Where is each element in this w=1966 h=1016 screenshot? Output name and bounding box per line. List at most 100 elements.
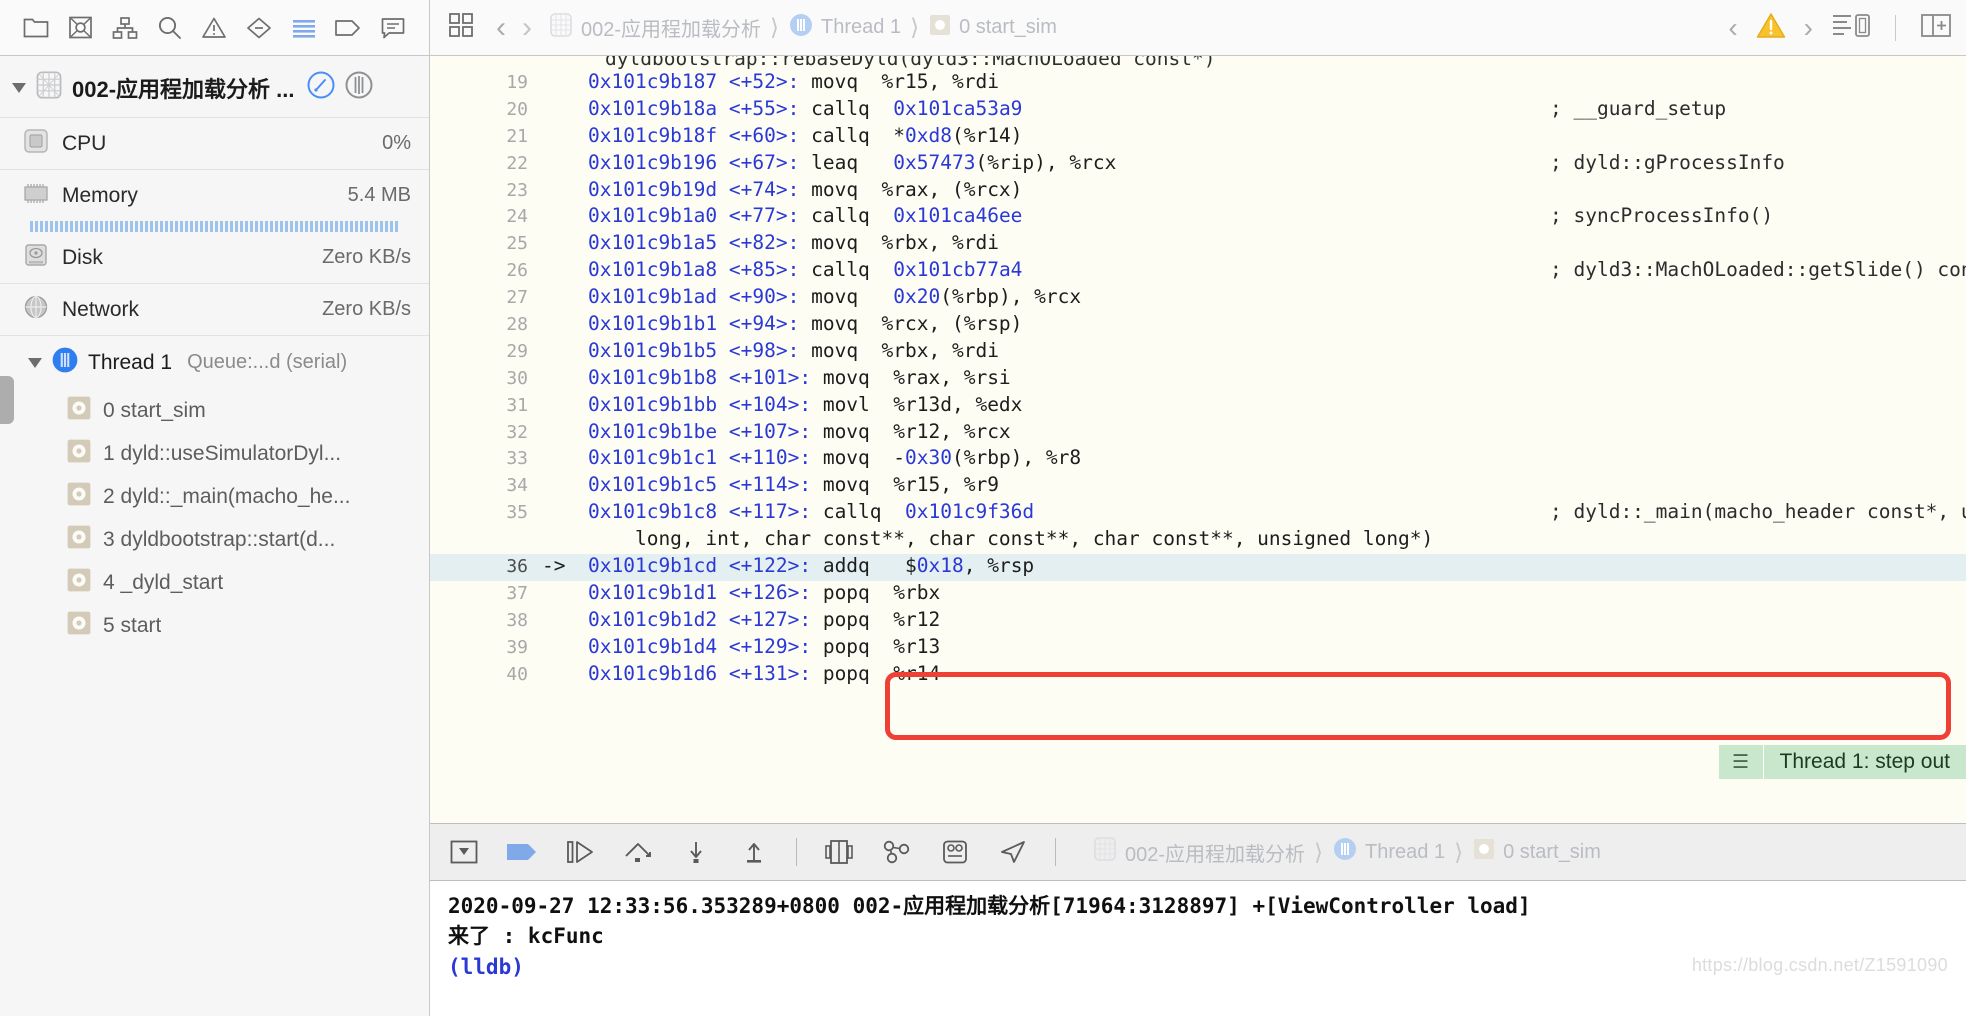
- cpu-icon: [22, 127, 50, 160]
- report-navigator-icon[interactable]: [378, 13, 408, 43]
- table-row[interactable]: 27 0x101c9b1ad <+90>: movq 0x20(%rbp), %r…: [430, 285, 1966, 312]
- project-navigator-icon[interactable]: [21, 13, 51, 43]
- instruction-operand-address: 0x101c9f36d: [905, 500, 1035, 524]
- line-number: 27: [506, 287, 528, 309]
- debug-breadcrumb-item-frame[interactable]: 0 start_sim: [1472, 837, 1601, 867]
- list-item-label: 3 dyldbootstrap::start(d...: [103, 527, 336, 551]
- gauge-row-disk[interactable]: Disk Zero KB/s: [0, 232, 429, 283]
- thread-icon: [788, 12, 814, 44]
- sidebar-resize-handle[interactable]: [0, 376, 14, 424]
- warning-badge-icon[interactable]: [1756, 12, 1786, 44]
- table-row[interactable]: 30 0x101c9b1b8 <+101>: movq %rax, %rsi: [430, 366, 1966, 393]
- list-item[interactable]: 1 dyld::useSimulatorDyl...: [0, 432, 429, 475]
- table-row[interactable]: 39 0x101c9b1d4 <+129>: popq %r13: [430, 635, 1966, 662]
- debug-memory-graph-icon[interactable]: [881, 836, 913, 868]
- frame-icon: [66, 481, 92, 512]
- table-row[interactable]: 25 0x101c9b1a5 <+82>: movq %rbx, %rdi: [430, 231, 1966, 258]
- list-item[interactable]: 5 start: [0, 604, 429, 647]
- debug-breadcrumb-item-thread[interactable]: Thread 1: [1332, 836, 1445, 868]
- table-row[interactable]: 19 0x101c9b187 <+52>: movq %r15, %rdi: [430, 70, 1966, 97]
- table-row[interactable]: 29 0x101c9b1b5 <+98>: movq %rbx, %rdi: [430, 339, 1966, 366]
- list-item[interactable]: 2 dyld::_main(macho_he...: [0, 475, 429, 518]
- deactivate-breakpoints-icon[interactable]: [506, 836, 538, 868]
- issue-navigator-icon[interactable]: [199, 13, 229, 43]
- table-row[interactable]: 38 0x101c9b1d2 <+127>: popq %r12: [430, 608, 1966, 635]
- debug-breadcrumb-label: 002-应用程加载分析: [1125, 843, 1306, 866]
- environment-overrides-icon[interactable]: [939, 836, 971, 868]
- table-row[interactable]: 40 0x101c9b1d6 <+131>: popq %r14: [430, 662, 1966, 689]
- status-badge[interactable]: ☰ Thread 1: step out: [1718, 745, 1966, 779]
- previous-issue-icon[interactable]: ‹: [1728, 12, 1737, 44]
- symbol-navigator-icon[interactable]: [110, 13, 140, 43]
- table-row[interactable]: 34 0x101c9b1c5 <+114>: movq %r15, %r9: [430, 473, 1966, 500]
- table-row[interactable]: 21 0x101c9b18f <+60>: callq *0xd8(%r14): [430, 124, 1966, 151]
- instruction-text: 0x101c9b1be <+107>: movq %r12, %rcx: [588, 419, 1011, 443]
- table-row[interactable]: 32 0x101c9b1be <+107>: movq %r12, %rcx: [430, 420, 1966, 447]
- debug-breadcrumb-item-project[interactable]: 002-应用程加载分析: [1092, 836, 1305, 868]
- step-out-icon[interactable]: [738, 836, 770, 868]
- find-navigator-icon[interactable]: [155, 13, 185, 43]
- related-items-icon[interactable]: [448, 12, 474, 43]
- gauge-row-network[interactable]: Network Zero KB/s: [0, 283, 429, 335]
- instruction-address: 0x101c9b18f: [588, 123, 718, 147]
- sidebar-item-thread[interactable]: Thread 1 Queue:...d (serial): [0, 335, 429, 389]
- debug-view-hierarchy-icon[interactable]: [823, 836, 855, 868]
- disclosure-triangle-icon[interactable]: [28, 357, 42, 368]
- next-issue-icon[interactable]: ›: [1804, 12, 1813, 44]
- instruction-text: 0x101c9b1b1 <+94>: movq %rcx, (%rsp): [588, 312, 1023, 336]
- continue-icon[interactable]: [564, 836, 596, 868]
- source-control-navigator-icon[interactable]: [66, 13, 96, 43]
- table-row[interactable]: 33 0x101c9b1c1 <+110>: movq -0x30(%rbp), …: [430, 446, 1966, 473]
- cpu-report-icon[interactable]: [344, 70, 374, 105]
- table-row[interactable]: long, int, char const**, char const**, c…: [430, 527, 1966, 554]
- list-item[interactable]: 0 start_sim: [0, 389, 429, 432]
- instruction-text: 0x101c9b1d4 <+129>: popq %r13: [588, 634, 941, 658]
- list-item-label: 1 dyld::useSimulatorDyl...: [103, 441, 342, 465]
- breadcrumb-item-frame[interactable]: 0 start_sim: [928, 13, 1057, 43]
- hide-inspector-icon[interactable]: [1920, 12, 1952, 44]
- table-row[interactable]: 28 0x101c9b1b1 <+94>: movq %rcx, (%rsp): [430, 312, 1966, 339]
- table-row[interactable]: 20 0x101c9b18a <+55>: callq 0x101ca53a9 ; …: [430, 97, 1966, 124]
- breadcrumb-item-project[interactable]: 002-应用程加载分析: [548, 12, 761, 44]
- table-row[interactable]: 22 0x101c9b196 <+67>: leaq 0x57473(%rip),…: [430, 151, 1966, 178]
- debug-bar: 002-应用程加载分析 ⟩ Thread 1 ⟩ 0 start_sim: [430, 823, 1966, 881]
- project-icon: [1092, 836, 1118, 868]
- instruction-offset: <+107>:: [728, 419, 812, 443]
- list-item[interactable]: 3 dyldbootstrap::start(d...: [0, 518, 429, 561]
- badge-menu-icon[interactable]: ☰: [1719, 751, 1763, 773]
- breakpoint-navigator-icon[interactable]: [333, 13, 363, 43]
- table-row[interactable]: 24 0x101c9b1a0 <+77>: callq 0x101ca46ee ; …: [430, 204, 1966, 231]
- table-row[interactable]: 31 0x101c9b1bb <+104>: movl %r13d, %edx: [430, 393, 1966, 420]
- table-row[interactable]: 26 0x101c9b1a8 <+85>: callq 0x101cb77a4 ; …: [430, 258, 1966, 285]
- gauge-icon[interactable]: [306, 70, 336, 105]
- forward-button[interactable]: ›: [522, 11, 532, 45]
- disclosure-triangle-icon[interactable]: [12, 82, 26, 93]
- table-row[interactable]: 23 0x101c9b19d <+74>: movq %rax, (%rcx): [430, 178, 1966, 205]
- assembly-view[interactable]: dyldbootstrap::rebaseDyld(dyld3::MachOLo…: [430, 56, 1966, 823]
- instruction-address: 0x101c9b1d6: [588, 661, 718, 685]
- gauge-row-memory[interactable]: Memory 5.4 MB: [0, 169, 429, 221]
- simulate-location-icon[interactable]: [997, 836, 1029, 868]
- assistant-editor-icon[interactable]: [1831, 12, 1871, 44]
- console-output[interactable]: 2020-09-27 12:33:56.353289+0800 002-应用程加…: [430, 881, 1966, 1016]
- table-row[interactable]: 36 -> 0x101c9b1cd <+122>: addq $0x18, %rsp: [430, 554, 1966, 581]
- gauge-row-cpu[interactable]: CPU 0%: [0, 117, 429, 169]
- instruction-mnemonic: movq: [811, 70, 870, 93]
- back-button[interactable]: ‹: [496, 11, 506, 45]
- breadcrumb-item-thread[interactable]: Thread 1: [788, 12, 901, 44]
- table-row[interactable]: 35 0x101c9b1c8 <+117>: callq 0x101c9f36d;…: [430, 500, 1966, 527]
- debug-navigator-icon[interactable]: [289, 13, 319, 43]
- stack-frame-list: 0 start_sim1 dyld::useSimulatorDyl...2 d…: [0, 389, 429, 647]
- instruction-mnemonic: callq: [811, 204, 870, 228]
- sidebar-header[interactable]: 002-应用程加载分析 ...: [0, 56, 429, 117]
- frame-icon: [66, 524, 92, 555]
- step-over-icon[interactable]: [622, 836, 654, 868]
- instruction-offset: <+74>:: [728, 177, 800, 201]
- test-navigator-icon[interactable]: [244, 13, 274, 43]
- table-row[interactable]: 37 0x101c9b1d1 <+126>: popq %rbx: [430, 581, 1966, 608]
- step-into-icon[interactable]: [680, 836, 712, 868]
- gauge-label: Disk: [62, 245, 103, 269]
- list-item[interactable]: 4 _dyld_start: [0, 561, 429, 604]
- line-number: 39: [506, 636, 528, 658]
- hide-debug-area-icon[interactable]: [448, 836, 480, 868]
